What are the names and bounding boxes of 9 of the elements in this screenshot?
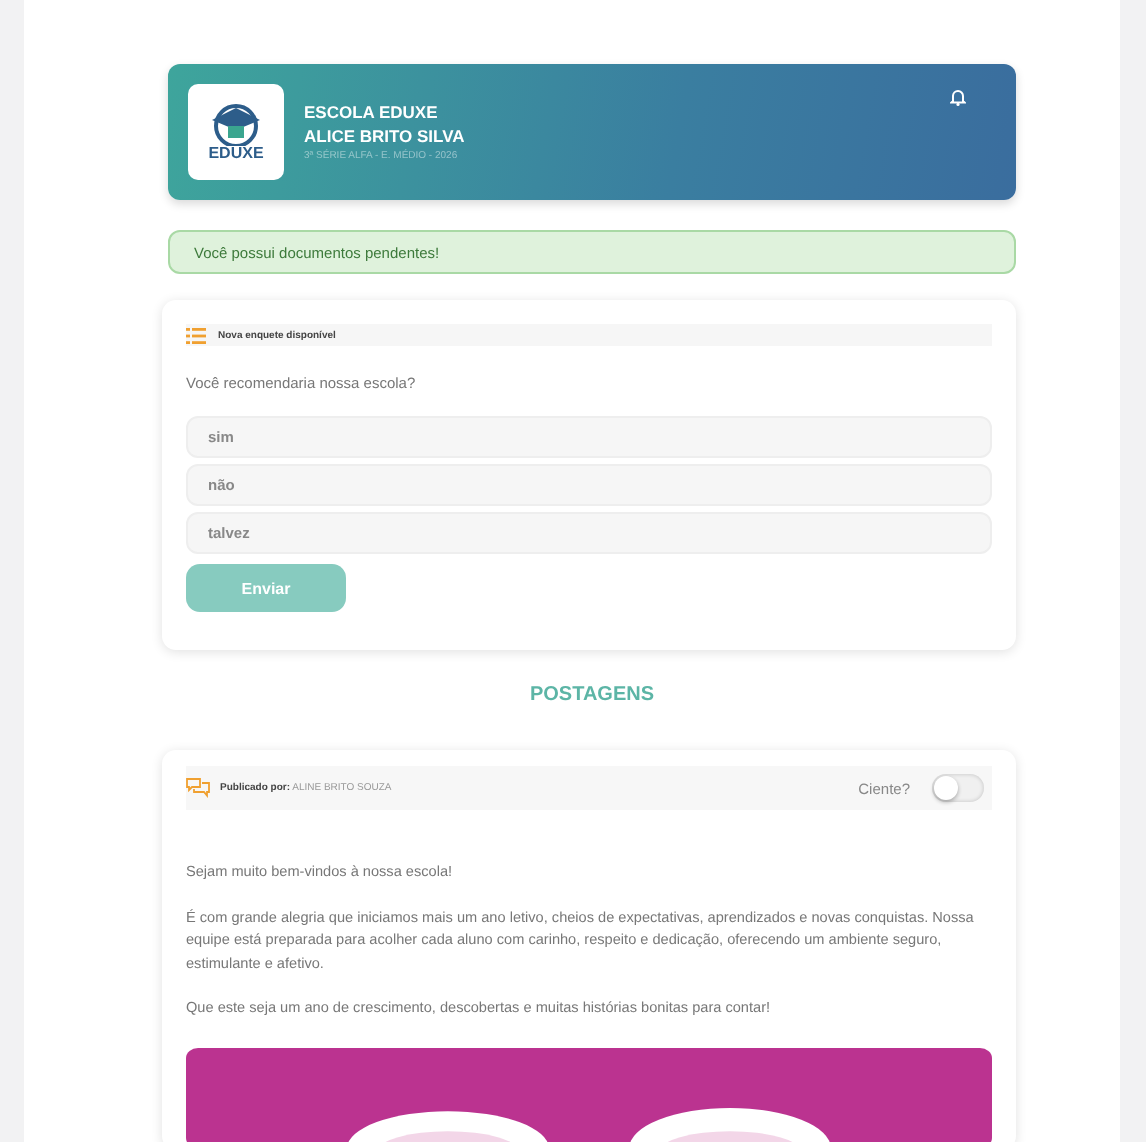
section-title: POSTAGENS [527,684,657,706]
student-name: ALICE BRITO SILVA [304,126,465,146]
bell-icon[interactable] [950,88,966,106]
acknowledge-toggle[interactable] [932,774,984,802]
logo-text: EDUXE [208,146,264,162]
chat-icon [186,778,210,798]
school-name: ESCOLA EDUXE [304,102,440,122]
list-icon [186,327,206,343]
send-button[interactable]: Enviar [186,564,346,612]
